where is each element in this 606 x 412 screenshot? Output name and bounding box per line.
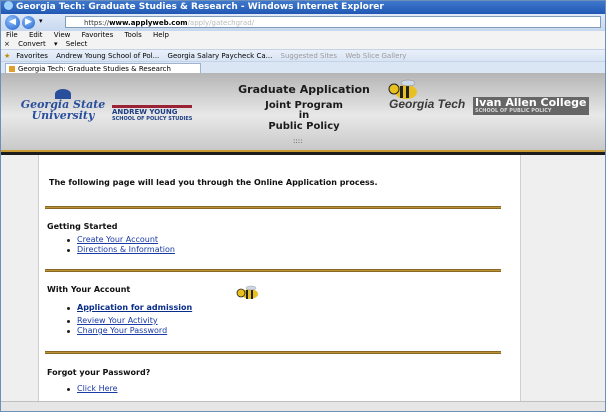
- ivan-allen-sub: SCHOOL OF PUBLIC POLICY: [475, 108, 552, 114]
- select-button[interactable]: Select: [66, 40, 88, 48]
- banner-title-3: in: [298, 110, 310, 121]
- fav-georgia-salary[interactable]: Georgia Salary Paycheck Ca...: [168, 52, 273, 60]
- andrew-young-logo: ANDREW YOUNG SCHOOL OF POLICY STUDIES: [112, 105, 193, 122]
- review-activity-link[interactable]: Review Your Activity: [77, 316, 158, 325]
- page-content: Georgia State University ANDREW YOUNG SC…: [1, 73, 605, 411]
- section-divider: [45, 269, 501, 272]
- bullet-icon: [67, 239, 70, 242]
- page-icon: [9, 66, 15, 72]
- bullet-icon: [67, 249, 70, 252]
- address-row: ◀ ▶ ▾ https://www.applyweb.com/apply/gat…: [1, 14, 605, 31]
- tab-active[interactable]: Georgia Tech: Graduate Studies & Researc…: [5, 63, 201, 73]
- favorites-button[interactable]: Favorites: [16, 52, 48, 60]
- forward-button[interactable]: ▶: [22, 16, 35, 29]
- close-icon[interactable]: ×: [4, 40, 10, 48]
- section-divider: [45, 351, 501, 354]
- ivan-allen-logo: Ivan Allen College SCHOOL OF PUBLIC POLI…: [473, 97, 589, 115]
- bullet-icon: [67, 307, 70, 310]
- bullet-icon: [67, 320, 70, 323]
- bullet-icon: [67, 388, 70, 391]
- address-prefix: https://: [84, 19, 110, 27]
- fav-suggested-sites[interactable]: Suggested Sites: [281, 52, 338, 60]
- title-bar: Georgia Tech: Graduate Studies & Researc…: [1, 1, 605, 14]
- bullet-icon: [67, 330, 70, 333]
- banner-title-1: Graduate Application: [238, 83, 370, 96]
- application-admission-link[interactable]: Application for admission: [77, 303, 192, 312]
- intro-text: The following page will lead you through…: [49, 178, 378, 187]
- banner-title-4: Public Policy: [268, 121, 340, 132]
- change-password-link[interactable]: Change Your Password: [77, 326, 167, 335]
- window-title: Georgia Tech: Graduate Studies & Researc…: [16, 2, 384, 12]
- andrew-young-text: ANDREW YOUNG: [112, 108, 178, 116]
- banner-dots: ::::: [293, 137, 303, 145]
- andrew-young-sub: SCHOOL OF POLICY STUDIES: [112, 116, 193, 122]
- directions-link[interactable]: Directions & Information: [77, 245, 175, 254]
- fav-web-slice-gallery[interactable]: Web Slice Gallery: [345, 52, 406, 60]
- menu-bar: File Edit View Favorites Tools Help: [1, 31, 605, 40]
- banner-title: Graduate Application Joint Program in Pu…: [229, 83, 379, 132]
- banner: Georgia State University ANDREW YOUNG SC…: [1, 73, 605, 150]
- section-divider: [45, 206, 501, 209]
- convert-toolbar: × Convert ▾ Select: [1, 40, 605, 49]
- ie-logo-icon: [4, 1, 13, 10]
- heading-getting-started: Getting Started: [47, 222, 118, 231]
- heading-forgot-password: Forgot your Password?: [47, 368, 151, 377]
- dropdown-arrow-icon[interactable]: ▾: [39, 17, 43, 25]
- back-button[interactable]: ◀: [5, 15, 20, 30]
- menu-help[interactable]: Help: [153, 31, 169, 39]
- yellow-jacket-icon: [236, 285, 258, 299]
- gsu-logo: Georgia State University: [17, 89, 109, 129]
- menu-edit[interactable]: Edit: [29, 31, 43, 39]
- address-host: www.applyweb.com: [109, 19, 188, 27]
- status-bar: [1, 401, 605, 411]
- menu-tools[interactable]: Tools: [124, 31, 141, 39]
- tab-label: Georgia Tech: Graduate Studies & Researc…: [18, 65, 171, 73]
- fav-andrew-young[interactable]: Andrew Young School of Pol...: [56, 52, 159, 60]
- chevron-down-icon[interactable]: ▾: [54, 40, 58, 48]
- menu-favorites[interactable]: Favorites: [82, 31, 114, 39]
- menu-file[interactable]: File: [6, 31, 18, 39]
- left-margin: [1, 155, 39, 411]
- convert-button[interactable]: Convert: [18, 40, 46, 48]
- menu-view[interactable]: View: [54, 31, 71, 39]
- main-content: The following page will lead you through…: [39, 155, 519, 411]
- click-here-link[interactable]: Click Here: [77, 384, 118, 393]
- tab-row: Georgia Tech: Graduate Studies & Researc…: [1, 62, 605, 73]
- star-icon: ★: [4, 52, 11, 60]
- address-path: /apply/gatechgrad/: [187, 19, 255, 27]
- right-margin: [520, 155, 605, 411]
- gsu-logo-line2: University: [31, 109, 95, 122]
- georgia-tech-logo: Georgia Tech: [389, 97, 466, 111]
- browser-window: Georgia Tech: Graduate Studies & Researc…: [0, 0, 606, 412]
- heading-with-account: With Your Account: [47, 285, 131, 294]
- create-account-link[interactable]: Create Your Account: [77, 235, 158, 244]
- favorites-bar: ★ Favorites Andrew Young School of Pol...…: [1, 49, 605, 62]
- address-bar[interactable]: https://www.applyweb.com/apply/gatechgra…: [65, 16, 601, 28]
